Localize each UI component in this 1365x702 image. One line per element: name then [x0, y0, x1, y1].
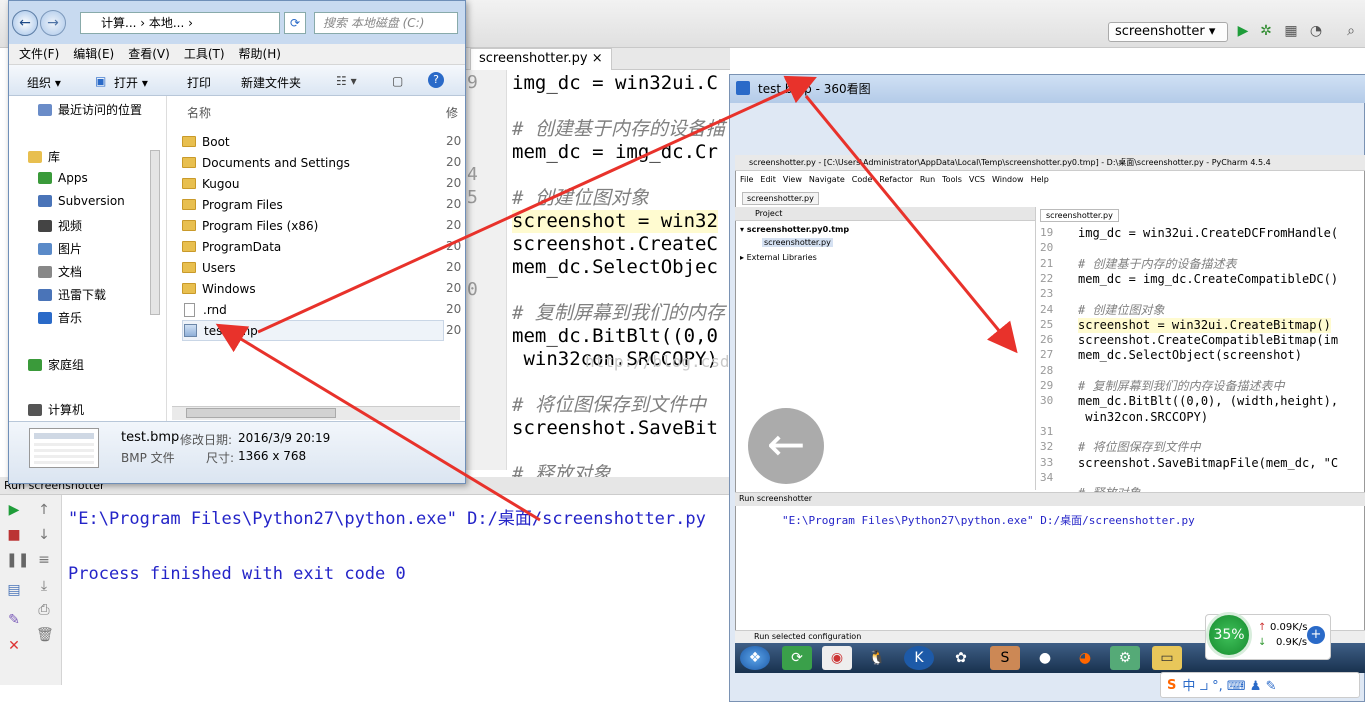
arrow-to-testbmp: [215, 323, 541, 522]
arrow-to-viewer: [257, 75, 817, 334]
annotation-arrows: [215, 75, 1018, 522]
arrow-to-screenshot: [804, 95, 1018, 354]
